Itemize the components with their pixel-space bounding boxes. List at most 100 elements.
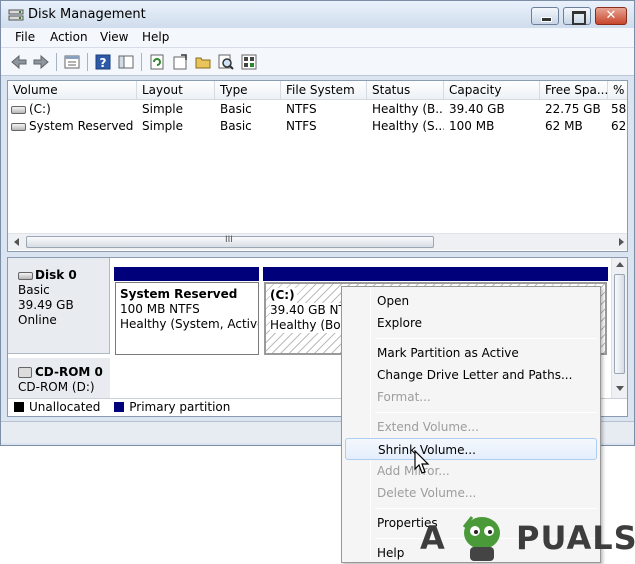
menu-separator xyxy=(375,338,597,339)
appuals-watermark: A PUALS xyxy=(420,505,635,563)
menu-item-extend-volume: Extend Volume... xyxy=(377,420,479,434)
settings-grid-icon[interactable] xyxy=(240,53,258,71)
disk-type: Basic xyxy=(18,283,50,297)
back-arrow-icon[interactable] xyxy=(10,53,28,71)
cd-rom-icon xyxy=(18,367,32,378)
horizontal-scrollbar[interactable]: III xyxy=(8,233,627,250)
menu-item-open[interactable]: Open xyxy=(345,290,597,312)
watermark-letter-a: A xyxy=(420,519,445,557)
partition-status: Healthy (System, Active, P xyxy=(120,317,258,331)
disk-state: Online xyxy=(18,313,57,327)
primary-partition-swatch xyxy=(114,402,125,412)
type-cell: Basic xyxy=(220,102,252,116)
column-header-capacity[interactable]: Capacity xyxy=(444,81,540,100)
percent-free-cell: 62 xyxy=(611,119,627,133)
cd-rom-drive: CD-ROM (D:) xyxy=(18,380,95,394)
hard-drive-icon xyxy=(11,122,26,131)
free-space-cell: 22.75 GB xyxy=(545,102,601,116)
menu-action[interactable]: Action xyxy=(50,30,88,44)
column-header-percent-free[interactable]: % F xyxy=(608,81,627,100)
disk-0-label[interactable]: Disk 0 Basic 39.49 GB Online xyxy=(8,258,110,354)
disk-management-app-icon xyxy=(8,9,24,21)
menu-item-mark-partition-active[interactable]: Mark Partition as Active xyxy=(345,342,597,364)
legend-primary-partition: Primary partition xyxy=(129,400,231,414)
file-system-cell: NTFS xyxy=(286,119,317,133)
appuals-mascot-icon xyxy=(462,516,500,561)
svg-text:?: ? xyxy=(100,56,107,70)
window-title: Disk Management xyxy=(28,7,146,22)
menu-item-shrink-volume[interactable]: Shrink Volume... xyxy=(345,438,597,460)
close-button[interactable]: ✕ xyxy=(595,7,627,25)
menu-item-explore[interactable]: Explore xyxy=(345,312,597,334)
disk-size: 39.49 GB xyxy=(18,298,74,312)
free-space-cell: 62 MB xyxy=(545,119,583,133)
system-reserved-partition[interactable]: System Reserved 100 MB NTFS Healthy (Sys… xyxy=(115,282,259,355)
type-cell: Basic xyxy=(220,119,252,133)
disk-name: Disk 0 xyxy=(35,268,77,282)
capacity-cell: 100 MB xyxy=(449,119,495,133)
column-header-volume[interactable]: Volume xyxy=(8,81,137,100)
unallocated-swatch xyxy=(14,402,24,412)
scroll-left-arrow-icon[interactable] xyxy=(14,238,19,246)
menu-file[interactable]: File xyxy=(15,30,35,44)
scroll-right-arrow-icon[interactable] xyxy=(619,238,624,246)
properties-list-icon[interactable] xyxy=(63,53,81,71)
menu-item-add-mirror: Add Mirror... xyxy=(377,464,450,478)
c-partition-bar xyxy=(263,267,608,281)
volume-list: Volume Layout Type File System Status Ca… xyxy=(7,80,628,252)
partition-name: (C:) xyxy=(270,288,297,303)
percent-free-cell: 58 xyxy=(611,102,627,116)
partition-name: System Reserved xyxy=(120,287,238,301)
mouse-pointer-icon xyxy=(414,450,430,474)
menu-item-change-drive-letter[interactable]: Change Drive Letter and Paths... xyxy=(345,364,597,386)
vertical-scroll-thumb[interactable] xyxy=(614,274,625,374)
menu-help[interactable]: Help xyxy=(142,30,169,44)
title-bar[interactable]: Disk Management ✕ xyxy=(1,1,634,29)
watermark-text: PUALS xyxy=(516,519,635,557)
refresh-icon[interactable] xyxy=(148,53,166,71)
rescan-icon[interactable] xyxy=(171,53,189,71)
console-tree-icon[interactable] xyxy=(117,53,135,71)
cd-rom-label[interactable]: CD-ROM 0 CD-ROM (D:) xyxy=(8,358,110,398)
scroll-down-arrow-icon[interactable] xyxy=(616,386,624,391)
status-cell: Healthy (B... xyxy=(372,102,444,116)
help-icon[interactable]: ? xyxy=(94,53,112,71)
menu-separator xyxy=(375,412,597,413)
menu-view[interactable]: View xyxy=(100,30,128,44)
partition-size: 100 MB NTFS xyxy=(120,302,200,316)
volume-cell: (C:) xyxy=(11,101,136,118)
menu-item-delete-volume: Delete Volume... xyxy=(377,486,477,500)
status-cell: Healthy (S... xyxy=(372,119,444,133)
hard-drive-icon xyxy=(11,105,26,114)
table-row[interactable]: System Reserved Simple Basic NTFS Health… xyxy=(8,118,627,135)
volume-list-header: Volume Layout Type File System Status Ca… xyxy=(8,81,627,100)
layout-cell: Simple xyxy=(142,119,183,133)
table-row[interactable]: (C:) Simple Basic NTFS Healthy (B... 39.… xyxy=(8,101,627,118)
legend-unallocated: Unallocated xyxy=(29,400,101,414)
column-header-type[interactable]: Type xyxy=(215,81,281,100)
scroll-grip: III xyxy=(225,235,233,245)
toolbar-separator xyxy=(141,53,142,71)
close-icon: ✕ xyxy=(605,8,617,23)
toolbar-separator xyxy=(56,53,57,71)
hard-disk-icon xyxy=(18,271,33,280)
column-header-layout[interactable]: Layout xyxy=(137,81,215,100)
magnify-icon[interactable] xyxy=(217,53,235,71)
column-header-status[interactable]: Status xyxy=(367,81,444,100)
file-system-cell: NTFS xyxy=(286,102,317,116)
column-header-file-system[interactable]: File System xyxy=(281,81,367,100)
capacity-cell: 39.40 GB xyxy=(449,102,505,116)
vertical-scrollbar[interactable] xyxy=(611,258,627,398)
forward-arrow-icon[interactable] xyxy=(32,53,50,71)
scroll-up-arrow-icon[interactable] xyxy=(616,262,624,267)
open-folder-icon[interactable] xyxy=(194,53,212,71)
toolbar-separator xyxy=(87,53,88,71)
minimize-button[interactable] xyxy=(531,7,559,25)
horizontal-scroll-thumb[interactable]: III xyxy=(26,235,434,248)
cd-rom-name: CD-ROM 0 xyxy=(35,365,103,379)
menu-bar: File Action View Help xyxy=(1,28,634,48)
toolbar: ? xyxy=(1,48,634,76)
column-header-free-space[interactable]: Free Spa... xyxy=(540,81,608,100)
maximize-button[interactable] xyxy=(563,7,591,25)
volume-cell: System Reserved xyxy=(11,118,136,135)
